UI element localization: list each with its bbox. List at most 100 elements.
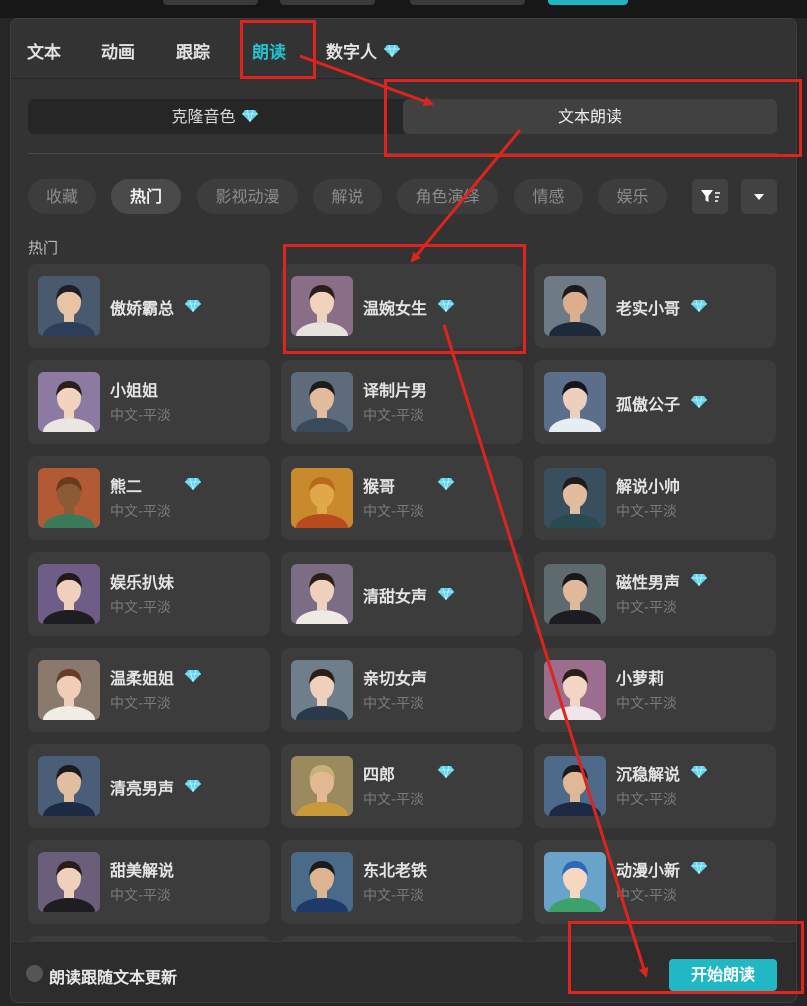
voice-name: 磁性男声 <box>616 573 681 592</box>
diamond-icon <box>437 764 455 783</box>
voice-card[interactable]: 娱乐扒妹 中文-平淡 <box>28 552 270 636</box>
filter-button[interactable] <box>692 179 728 214</box>
more-dropdown-button[interactable] <box>741 179 777 214</box>
voice-subtitle: 中文-平淡 <box>110 696 172 712</box>
diamond-icon <box>690 298 708 317</box>
chevron-down-icon <box>741 194 777 218</box>
voice-name: 猴哥 <box>363 477 396 496</box>
voice-subtitle: 中文-平淡 <box>363 504 425 520</box>
diamond-icon <box>690 860 708 879</box>
category-chip-favorites[interactable]: 收藏 <box>28 179 96 214</box>
voice-name: 温婉女生 <box>363 299 428 318</box>
voice-name: 清甜女声 <box>363 587 428 606</box>
diamond-icon <box>241 100 259 135</box>
diamond-icon <box>383 43 401 63</box>
diamond-icon <box>437 586 455 605</box>
voice-card[interactable]: 译制片男 中文-平淡 <box>281 360 523 444</box>
follow-text-checkbox[interactable] <box>26 965 43 982</box>
voice-avatar <box>38 372 100 432</box>
voice-card[interactable]: 温柔姐姐中文-平淡 <box>28 648 270 732</box>
voice-avatar <box>38 276 100 336</box>
voice-name: 傲娇霸总 <box>110 299 175 318</box>
tab-tracking[interactable]: 跟踪 <box>176 38 210 63</box>
tab-bar: 文本 动画 跟踪 朗读 数字人 <box>11 19 796 79</box>
start-reading-button[interactable]: 开始朗读 <box>669 959 777 991</box>
toolbar-stub[interactable] <box>280 0 375 5</box>
voice-avatar <box>291 852 353 912</box>
voice-subtitle: 中文-平淡 <box>110 888 172 904</box>
voice-card[interactable]: 磁性男声 中文-平淡 <box>534 552 776 636</box>
voice-avatar <box>544 756 606 816</box>
voice-name: 亲切女声 <box>363 669 428 688</box>
voice-avatar <box>291 660 353 720</box>
voice-name: 孤傲公子 <box>616 395 681 414</box>
voice-subtitle: 中文-平淡 <box>363 792 425 808</box>
toolbar-stub[interactable] <box>410 0 525 5</box>
voice-name: 小姐姐 <box>110 381 159 400</box>
category-chip-emotion[interactable]: 情感 <box>514 179 583 214</box>
category-chip-narration[interactable]: 解说 <box>313 179 382 214</box>
tab-read-aloud[interactable]: 朗读 <box>252 38 286 63</box>
voice-card[interactable]: 沉稳解说 中文-平淡 <box>534 744 776 828</box>
voice-card[interactable]: 小姐姐中文-平淡 <box>28 360 270 444</box>
voice-card[interactable]: 亲切女声中文-平淡 <box>281 648 523 732</box>
voice-name: 解说小帅 <box>616 477 681 496</box>
toolbar-stub[interactable] <box>163 0 258 5</box>
section-title: 热门 <box>28 239 59 257</box>
voice-avatar <box>291 372 353 432</box>
voice-avatar <box>38 468 100 528</box>
voice-card[interactable]: 熊二中文-平淡 <box>28 456 270 540</box>
voice-card[interactable]: 小萝莉 中文-平淡 <box>534 648 776 732</box>
diamond-icon <box>437 298 455 317</box>
diamond-icon <box>437 476 455 495</box>
voice-card[interactable]: 孤傲公子 <box>534 360 776 444</box>
diamond-icon <box>184 668 202 687</box>
voice-card[interactable]: 甜美解说 中文-平淡 <box>28 840 270 924</box>
voice-avatar <box>291 564 353 624</box>
voice-card[interactable]: 清亮男声 <box>28 744 270 828</box>
voice-name: 沉稳解说 <box>616 765 681 784</box>
voice-subtitle: 中文-平淡 <box>110 408 172 424</box>
voice-card[interactable]: 四郎 中文-平淡 <box>281 744 523 828</box>
voice-avatar <box>544 564 606 624</box>
tab-text[interactable]: 文本 <box>27 38 61 63</box>
category-chip-film-anime[interactable]: 影视动漫 <box>197 179 298 214</box>
category-chip-entertainment[interactable]: 娱乐 <box>598 179 667 214</box>
voice-card[interactable]: 老实小哥 <box>534 264 776 348</box>
voice-name: 清亮男声 <box>110 779 175 798</box>
voice-avatar <box>38 660 100 720</box>
follow-text-label: 朗读跟随文本更新 <box>49 968 178 987</box>
diamond-icon <box>690 394 708 413</box>
voice-card[interactable]: 清甜女声 <box>281 552 523 636</box>
tab-digital-human[interactable]: 数字人 <box>326 38 401 63</box>
voice-card[interactable]: 温婉女生 <box>281 264 523 348</box>
voice-subtitle: 中文-平淡 <box>363 696 425 712</box>
voice-avatar <box>291 468 353 528</box>
voice-subtitle: 中文-平淡 <box>110 600 172 616</box>
voice-avatar <box>544 660 606 720</box>
subtab-clone-voice[interactable]: 克隆音色 <box>28 99 402 134</box>
voice-avatar <box>544 468 606 528</box>
category-chip-role-play[interactable]: 角色演绎 <box>397 179 498 214</box>
toolbar-stub-active[interactable] <box>548 0 628 5</box>
voice-avatar <box>544 852 606 912</box>
voice-card[interactable]: 傲娇霸总 <box>28 264 270 348</box>
diamond-icon <box>184 476 202 495</box>
category-chip-hot[interactable]: 热门 <box>111 179 181 214</box>
diamond-icon <box>184 298 202 317</box>
tab-animation[interactable]: 动画 <box>101 38 135 63</box>
voice-avatar <box>544 276 606 336</box>
voice-avatar <box>291 756 353 816</box>
voice-name: 温柔姐姐 <box>110 669 175 688</box>
voice-subtitle: 中文-平淡 <box>110 504 172 520</box>
voice-avatar <box>38 756 100 816</box>
voice-name: 熊二 <box>110 477 143 496</box>
voice-card[interactable]: 猴哥中文-平淡 <box>281 456 523 540</box>
voice-card[interactable]: 解说小帅中文-平淡 <box>534 456 776 540</box>
diamond-icon <box>690 764 708 783</box>
subtab-text-read[interactable]: 文本朗读 <box>403 99 777 134</box>
voice-subtitle: 中文-平淡 <box>616 504 678 520</box>
voice-card[interactable]: 动漫小新 中文-平淡 <box>534 840 776 924</box>
voice-name: 东北老铁 <box>363 861 428 880</box>
voice-card[interactable]: 东北老铁 中文-平淡 <box>281 840 523 924</box>
